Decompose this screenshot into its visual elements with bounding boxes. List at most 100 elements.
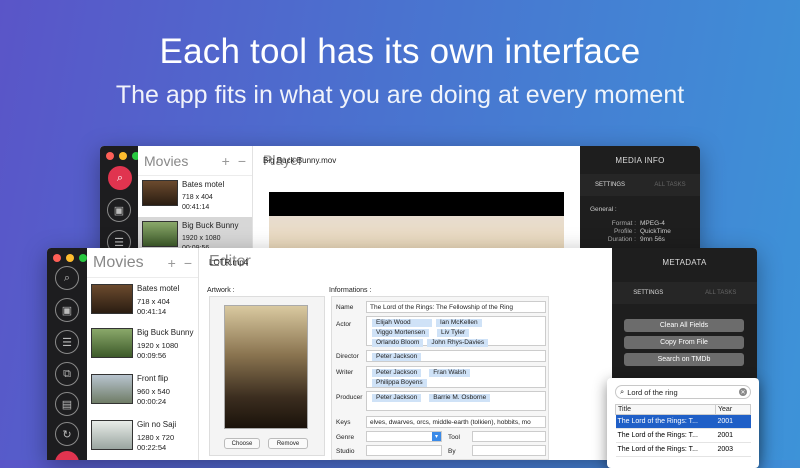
token[interactable]: Philippa Boyens <box>372 379 427 387</box>
actor-tokens[interactable]: Elijah Wood Ian McKellen Viggo Mortensen L… <box>366 316 546 347</box>
producer-tokens[interactable]: Peter Jackson Barrie M. Osborne <box>366 391 546 411</box>
list-item[interactable]: Big Buck Bunny 1920 x 1080 00:09:56 <box>87 324 198 370</box>
close-button[interactable] <box>53 254 61 262</box>
video-view[interactable] <box>269 192 564 256</box>
token[interactable]: Liv Tyler <box>437 329 470 337</box>
token[interactable]: John Rhys-Davies <box>427 339 489 347</box>
media-info-row: Format : MPEG-4 <box>590 220 690 228</box>
player-panel: Player Big Buck Bunny.mov <box>253 146 580 256</box>
clear-icon[interactable]: ✕ <box>739 388 747 396</box>
add-movie-button[interactable]: + <box>222 153 230 169</box>
movie-meta: Gin no Saji 1280 x 720 00:22:54 <box>137 420 176 453</box>
table-row[interactable]: The Lord of the Rings: T... 2001 <box>615 414 751 429</box>
list-item[interactable]: Gin no Saji 1280 x 720 00:22:54 <box>87 416 198 460</box>
tab-all-tasks[interactable]: ALL TASKS <box>685 290 758 296</box>
clean-all-fields-button[interactable]: Clean All Fields <box>624 319 744 332</box>
token[interactable]: Peter Jackson <box>372 394 422 402</box>
movie-thumbnail <box>91 284 133 314</box>
tab-all-tasks[interactable]: ALL TASKS <box>640 182 700 188</box>
token[interactable]: Peter Jackson <box>372 353 422 361</box>
token[interactable]: Fran Walsh <box>429 369 471 377</box>
copy-from-file-button[interactable]: Copy From File <box>624 336 744 349</box>
settings-icon[interactable]: ▣ <box>55 298 79 322</box>
movie-name: Front flip <box>137 374 169 383</box>
movie-name: Gin no Saji <box>137 420 177 429</box>
sync-icon[interactable]: ↻ <box>55 422 79 446</box>
genre-select[interactable]: ▾ <box>366 431 442 442</box>
artwork-image[interactable] <box>224 305 308 429</box>
director-tokens[interactable]: Peter Jackson <box>366 350 546 362</box>
minimize-button[interactable] <box>119 152 127 160</box>
movie-thumbnail <box>142 180 178 206</box>
token[interactable]: Orlando Bloom <box>372 339 424 347</box>
search-tmdb-button[interactable]: Search on TMDb <box>624 353 744 366</box>
movies-panel: Movies + − Bates motel 718 x 404 00:41:1… <box>87 248 199 460</box>
search-icon: ⌕ <box>620 387 625 396</box>
list-icon[interactable]: ☰ <box>55 330 79 354</box>
studio-field[interactable] <box>366 445 442 456</box>
result-year: 2001 <box>715 428 751 443</box>
copy-icon[interactable]: ⧉ <box>55 362 79 386</box>
movie-name: Bates motel <box>137 284 180 293</box>
director-label: Director <box>336 353 359 360</box>
remove-artwork-button[interactable]: Remove <box>268 438 308 449</box>
movie-size: 1920 x 1080 <box>182 235 221 242</box>
artwork-panel: Choose Remove <box>209 296 325 456</box>
movie-size: 718 x 404 <box>137 297 170 306</box>
movie-duration: 00:41:14 <box>137 307 167 316</box>
info-value: 9mn 56s <box>640 236 665 243</box>
editor-header: Editor LOTR.mp4 <box>199 248 612 276</box>
media-info-section: General : <box>590 206 617 213</box>
list-item[interactable]: Bates motel 718 x 404 00:41:14 <box>87 278 198 324</box>
player-window: ⌕ ▣ ☰ Movies + − Bates motel 718 x 404 0… <box>100 146 700 256</box>
remove-movie-button[interactable]: − <box>184 255 192 271</box>
movie-size: 1280 x 720 <box>137 433 175 442</box>
sidebar: ⌕ ▣ ☰ ⧉ ▤ ↻ ● <box>47 248 87 460</box>
tool-field[interactable] <box>472 431 546 442</box>
column-header-year[interactable]: Year <box>715 404 751 415</box>
search-icon[interactable]: ⌕ <box>55 266 79 290</box>
table-row[interactable]: The Lord of the Rings: T... 2001 <box>615 428 751 443</box>
media-info-tabs: SETTINGS ALL TASKS <box>580 174 700 196</box>
keys-label: Keys <box>336 419 351 426</box>
movie-name: Big Buck Bunny <box>137 328 194 337</box>
close-button[interactable] <box>106 152 114 160</box>
movie-thumbnail <box>142 221 178 247</box>
movies-header: Movies + − <box>138 146 252 176</box>
add-movie-button[interactable]: + <box>168 255 176 271</box>
list-item[interactable]: Bates motel 718 x 404 00:41:14 <box>138 176 252 217</box>
list-item[interactable]: Front flip 960 x 540 00:00:24 <box>87 370 198 416</box>
metadata-title: METADATA <box>662 258 707 267</box>
record-icon[interactable]: ● <box>55 451 79 460</box>
token[interactable]: Elijah Wood <box>372 319 432 327</box>
search-input[interactable]: ⌕ Lord of the ring ✕ <box>615 385 751 399</box>
name-field[interactable]: The Lord of the Rings: The Fellowship of… <box>366 301 546 313</box>
movie-thumbnail <box>91 374 133 404</box>
search-query: Lord of the ring <box>627 387 678 397</box>
remove-movie-button[interactable]: − <box>238 153 246 169</box>
window-controls <box>53 254 87 262</box>
search-popup: ⌕ Lord of the ring ✕ Title Year The Lord… <box>607 378 759 468</box>
by-field[interactable] <box>472 445 546 456</box>
movies-header: Movies + − <box>87 248 198 278</box>
choose-button[interactable]: Choose <box>224 438 260 449</box>
movies-title: Movies <box>144 152 189 169</box>
tab-settings[interactable]: SETTINGS <box>612 290 685 296</box>
token[interactable]: Peter Jackson <box>372 369 422 377</box>
minimize-button[interactable] <box>66 254 74 262</box>
editor-panel: Editor LOTR.mp4 Artwork : Choose Remove … <box>199 248 612 460</box>
keys-field[interactable]: elves, dwarves, orcs, middle-earth (tolk… <box>366 416 546 428</box>
movies-title: Movies <box>93 253 144 271</box>
search-icon[interactable]: ⌕ <box>108 166 132 190</box>
book-icon[interactable]: ▤ <box>55 392 79 416</box>
writer-tokens[interactable]: Peter Jackson Fran Walsh Philippa Boyens <box>366 366 546 388</box>
token[interactable]: Ian McKellen <box>436 319 482 327</box>
info-value: MPEG-4 <box>640 220 665 227</box>
zoom-button[interactable] <box>79 254 87 262</box>
token[interactable]: Barrie M. Osborne <box>429 394 491 402</box>
column-header-title[interactable]: Title <box>615 404 716 415</box>
token[interactable]: Viggo Mortensen <box>372 329 430 337</box>
tab-settings[interactable]: SETTINGS <box>580 182 640 188</box>
settings-icon[interactable]: ▣ <box>107 198 131 222</box>
table-row[interactable]: The Lord of the Rings: T... 2003 <box>615 442 751 457</box>
